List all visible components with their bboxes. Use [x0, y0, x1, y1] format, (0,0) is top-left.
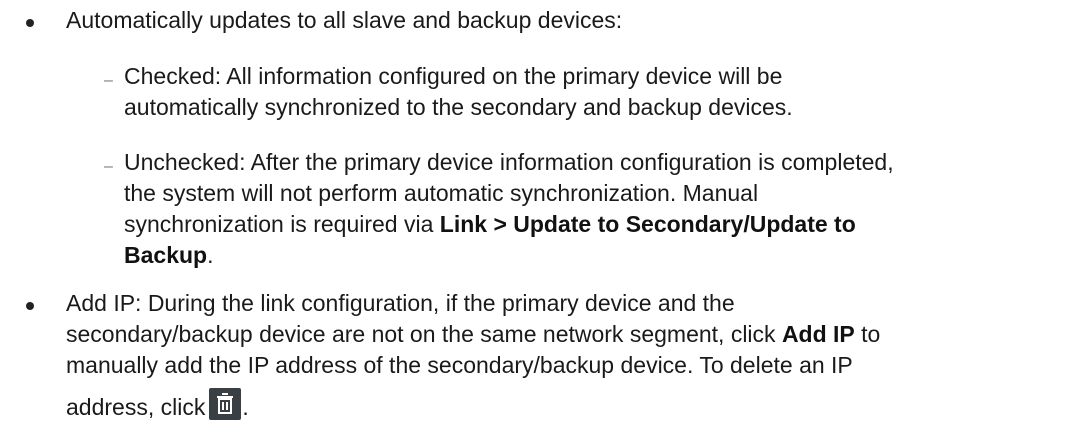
- trash-icon: [209, 388, 242, 420]
- menu-path-bold-cont: Backup: [124, 242, 208, 268]
- add-ip-line-2-suffix: to: [854, 321, 881, 347]
- unchecked-line-2: the system will not perform automatic sy…: [124, 180, 759, 206]
- unchecked-line-4: Backup.: [124, 239, 1074, 272]
- add-ip-line-4-prefix: address, click: [66, 394, 206, 420]
- add-ip-line-2-prefix: secondary/backup device are not on the s…: [66, 321, 782, 347]
- bullet-2: [24, 300, 36, 312]
- add-ip-line-4: address, click.: [66, 388, 1066, 424]
- add-ip-line-3: manually add the IP address of the secon…: [66, 352, 853, 378]
- sub-dash-1: –: [104, 72, 113, 89]
- menu-path-bold: Link > Update to Secondary/Update to: [439, 211, 856, 237]
- bullet-1-text: Automatically updates to all slave and b…: [66, 7, 623, 33]
- add-ip-bold: Add IP: [781, 321, 855, 347]
- unchecked-line-4-suffix: .: [207, 242, 214, 268]
- checked-line-1: Checked: All information configured on t…: [124, 63, 783, 89]
- add-ip-line-2: secondary/backup device are not on the s…: [66, 318, 1066, 351]
- unchecked-line-3-prefix: synchronization is required via: [124, 211, 440, 237]
- sub-dash-2: –: [104, 158, 113, 175]
- unchecked-line-3: synchronization is required via Link > U…: [124, 208, 1074, 241]
- add-ip-line-1: Add IP: During the link configuration, i…: [66, 290, 735, 316]
- add-ip-line-4-suffix: .: [242, 394, 249, 420]
- checked-line-2: automatically synchronized to the second…: [124, 94, 793, 120]
- unchecked-line-1: Unchecked: After the primary device info…: [124, 149, 894, 175]
- bullet-1: [24, 17, 36, 29]
- document-body: Automatically updates to all slave and b…: [0, 0, 1082, 434]
